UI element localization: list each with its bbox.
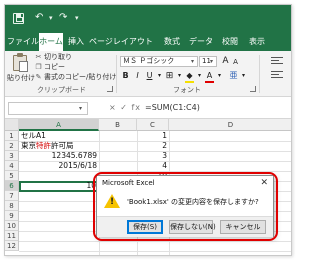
formula-input[interactable]: =SUM(C1:C4)	[145, 102, 200, 114]
row-header[interactable]: 10	[5, 221, 19, 231]
formula-bar: ▾ × ✓ fx =SUM(C1:C4)	[5, 97, 291, 119]
row-header[interactable]: 6	[5, 181, 19, 191]
clipboard-group-label: クリップボード	[37, 86, 86, 94]
gridline	[19, 241, 291, 242]
align-left-icon[interactable]	[271, 71, 283, 80]
row-header[interactable]: 3	[5, 151, 19, 161]
cell-a1[interactable]: セルA1	[21, 131, 46, 141]
bold-icon[interactable]: B	[121, 71, 130, 81]
undo-icon[interactable]: ↶	[35, 11, 43, 25]
row-header[interactable]: 8	[5, 201, 19, 211]
cell-a6[interactable]: 10	[19, 181, 96, 191]
tab-home[interactable]: ホーム	[39, 33, 63, 51]
phonetic-dropdown-icon[interactable]: ▾	[239, 71, 248, 81]
underline-icon[interactable]: U	[145, 71, 154, 81]
column-header-a[interactable]: A	[19, 119, 99, 131]
cell-c4[interactable]: 4	[137, 161, 167, 171]
tab-view[interactable]: 表示	[245, 33, 269, 51]
cut-button[interactable]: 切り取り	[44, 52, 72, 62]
cell-a2[interactable]: 東京特許許可局	[21, 141, 74, 151]
name-box-chevron-down-icon[interactable]: ▾	[79, 105, 82, 112]
cell-c1[interactable]: 1	[137, 131, 167, 141]
row-header[interactable]: 1	[5, 131, 19, 141]
tab-formulas[interactable]: 数式	[161, 33, 183, 51]
cell-a2-red-text: 特許	[36, 141, 51, 150]
row-header[interactable]: 11	[5, 231, 19, 241]
qat-customize-icon[interactable]: ▾	[75, 11, 79, 25]
gridline	[19, 251, 291, 252]
group-divider	[259, 55, 260, 93]
cell-a4[interactable]: 2015/6/18	[19, 161, 97, 171]
group-divider	[116, 55, 117, 93]
cell-c2[interactable]: 2	[137, 141, 167, 151]
phonetic-icon[interactable]: 亜	[229, 71, 238, 81]
font-name-dropdown[interactable]: ＭＳ Ｐゴシック	[120, 56, 198, 67]
paste-button[interactable]: 貼り付け	[7, 73, 35, 83]
tab-file[interactable]: ファイル	[7, 33, 39, 51]
annotation-highlight	[93, 172, 278, 241]
ribbon-tabs: ファイル ホーム 挿入 ページレイアウト 数式 データ 校閲 表示	[5, 33, 291, 51]
font-group-label: フォント	[173, 86, 201, 94]
format-painter-icon: ✎	[35, 73, 42, 81]
font-color-icon[interactable]: A	[205, 71, 214, 83]
column-header-d[interactable]: D	[169, 119, 291, 131]
ribbon: 貼り付け ✂ 切り取り ❐ コピー ✎ 書式のコピー/貼り付け クリップボード …	[5, 51, 291, 97]
borders-icon[interactable]: ⊞	[165, 71, 174, 81]
save-icon[interactable]	[13, 13, 24, 24]
column-header-c[interactable]: C	[137, 119, 169, 131]
fill-color-dropdown-icon[interactable]: ▾	[195, 71, 204, 81]
cell-a2-text: 許可局	[51, 141, 74, 150]
format-painter-button[interactable]: 書式のコピー/貼り付け	[44, 72, 116, 82]
cell-a3[interactable]: 12345.6789	[19, 151, 97, 161]
title-bar: ↶ ▾ ↷ ▾	[5, 5, 291, 33]
clipboard-launcher-icon[interactable]	[107, 86, 113, 92]
select-all-corner[interactable]	[5, 119, 19, 131]
tab-review[interactable]: 校閲	[219, 33, 241, 51]
row-header[interactable]: 4	[5, 161, 19, 171]
italic-icon[interactable]: I	[133, 71, 142, 81]
row-header[interactable]: 9	[5, 211, 19, 221]
row-header[interactable]: 2	[5, 141, 19, 151]
tab-insert[interactable]: 挿入	[65, 33, 87, 51]
tab-page-layout[interactable]: ページレイアウト	[89, 33, 153, 51]
row-header[interactable]: 12	[5, 241, 19, 251]
column-header-b[interactable]: B	[99, 119, 137, 131]
font-size-chevron-down-icon[interactable]: ▾	[210, 58, 213, 65]
row-header[interactable]: 7	[5, 191, 19, 201]
undo-dropdown-icon[interactable]: ▾	[49, 11, 53, 25]
name-box[interactable]	[8, 102, 88, 115]
borders-dropdown-icon[interactable]: ▾	[175, 71, 184, 81]
fill-color-icon[interactable]: ◆	[185, 71, 194, 83]
cut-icon: ✂	[35, 53, 42, 61]
cell-c3[interactable]: 3	[137, 151, 167, 161]
paste-document-icon	[19, 61, 28, 72]
cell-a2-text: 東京	[21, 141, 36, 150]
copy-button[interactable]: コピー	[44, 62, 65, 72]
shrink-font-icon[interactable]: A	[231, 57, 240, 67]
copy-icon: ❐	[35, 63, 42, 71]
formula-bar-buttons[interactable]: × ✓ fx	[109, 103, 141, 112]
font-size-dropdown[interactable]: 11	[199, 56, 217, 67]
row-header[interactable]: 5	[5, 171, 19, 181]
redo-icon[interactable]: ↷	[59, 11, 67, 25]
font-launcher-icon[interactable]	[250, 86, 256, 92]
grow-font-icon[interactable]: A	[221, 56, 230, 66]
font-name-chevron-down-icon[interactable]: ▾	[191, 58, 194, 65]
underline-dropdown-icon[interactable]: ▾	[155, 71, 164, 81]
font-color-dropdown-icon[interactable]: ▾	[215, 71, 224, 81]
tab-data[interactable]: データ	[187, 33, 215, 51]
align-top-icon[interactable]	[271, 57, 283, 66]
